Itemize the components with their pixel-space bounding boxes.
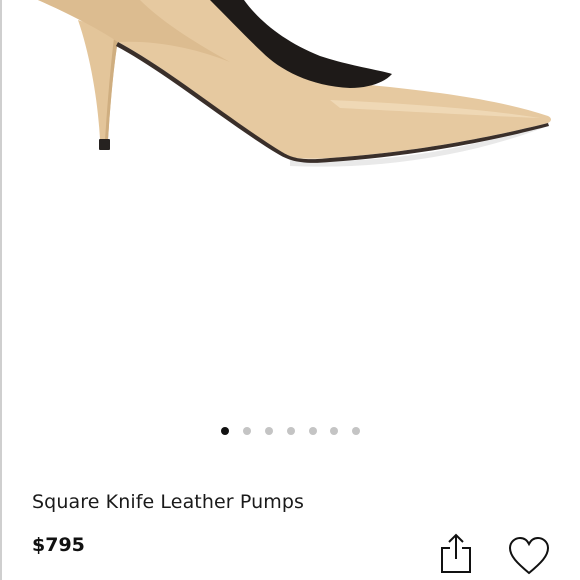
pagination-dot[interactable]: [287, 427, 295, 435]
pagination-dot[interactable]: [352, 427, 360, 435]
heart-icon: [508, 536, 550, 575]
pagination-dot-active[interactable]: [221, 427, 229, 435]
pagination-dot[interactable]: [243, 427, 251, 435]
shoe-image: [38, 0, 551, 167]
gallery-pagination[interactable]: [0, 425, 580, 437]
product-image-gallery[interactable]: [0, 0, 580, 415]
pagination-dot[interactable]: [330, 427, 338, 435]
share-icon: [441, 533, 471, 573]
product-price: $795: [32, 534, 85, 556]
share-button[interactable]: [438, 532, 474, 574]
pagination-dot[interactable]: [265, 427, 273, 435]
wishlist-button[interactable]: [507, 536, 551, 576]
pagination-dot[interactable]: [309, 427, 317, 435]
product-title: Square Knife Leather Pumps: [32, 491, 304, 513]
